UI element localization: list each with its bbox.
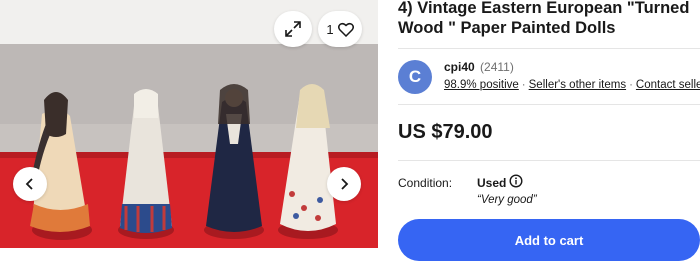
divider — [398, 48, 700, 49]
expand-button[interactable] — [274, 11, 312, 47]
listing-details: 4) Vintage Eastern European "Turned Wood… — [398, 0, 700, 261]
seller-name-row: cpi40 (2411) — [444, 60, 514, 74]
divider — [398, 104, 700, 105]
chevron-right-icon — [341, 178, 349, 190]
seller-score: (2411) — [480, 60, 514, 74]
other-items-link[interactable]: Seller's other items — [529, 79, 626, 91]
previous-image-button[interactable] — [13, 167, 47, 201]
avatar[interactable]: C — [398, 60, 432, 94]
image-gallery: 1 — [0, 0, 378, 248]
listing-title: 4) Vintage Eastern European "Turned Wood… — [398, 0, 690, 37]
listing-photo[interactable] — [0, 44, 378, 248]
separator: · — [521, 79, 526, 91]
chevron-left-icon — [25, 178, 33, 190]
condition-note: “Very good” — [477, 194, 537, 206]
next-image-button[interactable] — [327, 167, 361, 201]
seller-card: C cpi40 (2411) 98.9% positive · Seller's o… — [398, 56, 700, 100]
watch-count: 1 — [326, 21, 334, 37]
add-to-cart-button[interactable]: Add to cart — [398, 219, 700, 261]
condition-value: Used — [477, 176, 507, 190]
price: US $79.00 — [398, 121, 493, 143]
divider — [398, 160, 700, 161]
separator: · — [629, 79, 633, 91]
seller-name[interactable]: cpi40 — [444, 60, 475, 74]
watch-button[interactable]: 1 — [318, 11, 362, 47]
seller-links: 98.9% positive · Seller's other items · Cont… — [444, 79, 700, 91]
expand-icon — [285, 21, 301, 37]
feedback-link[interactable]: 98.9% positive — [444, 79, 519, 91]
heart-icon — [337, 22, 354, 37]
contact-seller-link[interactable]: Contact seller — [636, 79, 700, 91]
info-icon[interactable] — [509, 174, 523, 188]
condition-label: Condition: — [398, 176, 453, 190]
